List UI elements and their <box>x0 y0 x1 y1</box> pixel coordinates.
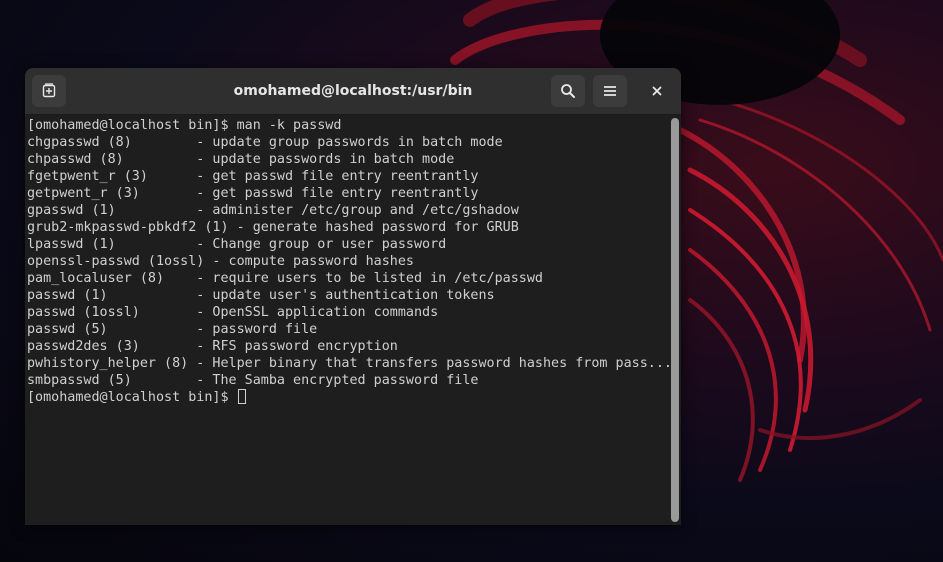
terminal-line: passwd (1ossl) - OpenSSL application com… <box>27 305 439 320</box>
close-button[interactable] <box>640 75 674 107</box>
new-tab-button[interactable] <box>32 75 66 107</box>
hamburger-menu-icon <box>604 86 616 96</box>
terminal-line: lpasswd (1) - Change group or user passw… <box>27 237 447 252</box>
terminal-line: smbpasswd (5) - The Samba encrypted pass… <box>27 373 479 388</box>
terminal-line: chpasswd (8) - update passwords in batch… <box>27 152 455 167</box>
search-icon <box>561 84 575 98</box>
terminal-line: pam_localuser (8) - require users to be … <box>27 271 543 286</box>
terminal-line: openssl-passwd (1ossl) - compute passwor… <box>27 254 414 269</box>
terminal-scrollbar[interactable] <box>671 118 679 522</box>
search-button[interactable] <box>551 75 585 107</box>
new-tab-icon <box>42 83 56 98</box>
terminal-line: pwhistory_helper (8) - Helper binary tha… <box>27 356 672 371</box>
terminal-line: passwd (5) - password file <box>27 322 318 337</box>
terminal-line: passwd2des (3) - RFS password encryption <box>27 339 398 354</box>
terminal-output: [omohamed@localhost bin]$ man -k passwd c… <box>27 117 672 406</box>
terminal-line: grub2-mkpasswd-pbkdf2 (1) - generate has… <box>27 220 519 235</box>
terminal-prompt-line: [omohamed@localhost bin]$ <box>27 389 672 406</box>
terminal-line: gpasswd (1) - administer /etc/group and … <box>27 203 519 218</box>
terminal-line: [omohamed@localhost bin]$ man -k passwd <box>27 118 342 133</box>
terminal-prompt: [omohamed@localhost bin]$ <box>27 390 237 405</box>
close-icon <box>652 86 662 96</box>
terminal-window: omohamed@localhost:/usr/bin [omohamed@lo… <box>25 68 681 525</box>
text-cursor <box>237 389 246 404</box>
main-menu-button[interactable] <box>593 75 627 107</box>
terminal-line: getpwent_r (3) - get passwd file entry r… <box>27 186 479 201</box>
terminal-line: chgpasswd (8) - update group passwords i… <box>27 135 503 150</box>
terminal-view[interactable]: [omohamed@localhost bin]$ man -k passwd c… <box>25 115 681 525</box>
terminal-line: fgetpwent_r (3) - get passwd file entry … <box>27 169 479 184</box>
terminal-line: passwd (1) - update user's authenticatio… <box>27 288 495 303</box>
header-bar: omohamed@localhost:/usr/bin <box>25 68 681 115</box>
